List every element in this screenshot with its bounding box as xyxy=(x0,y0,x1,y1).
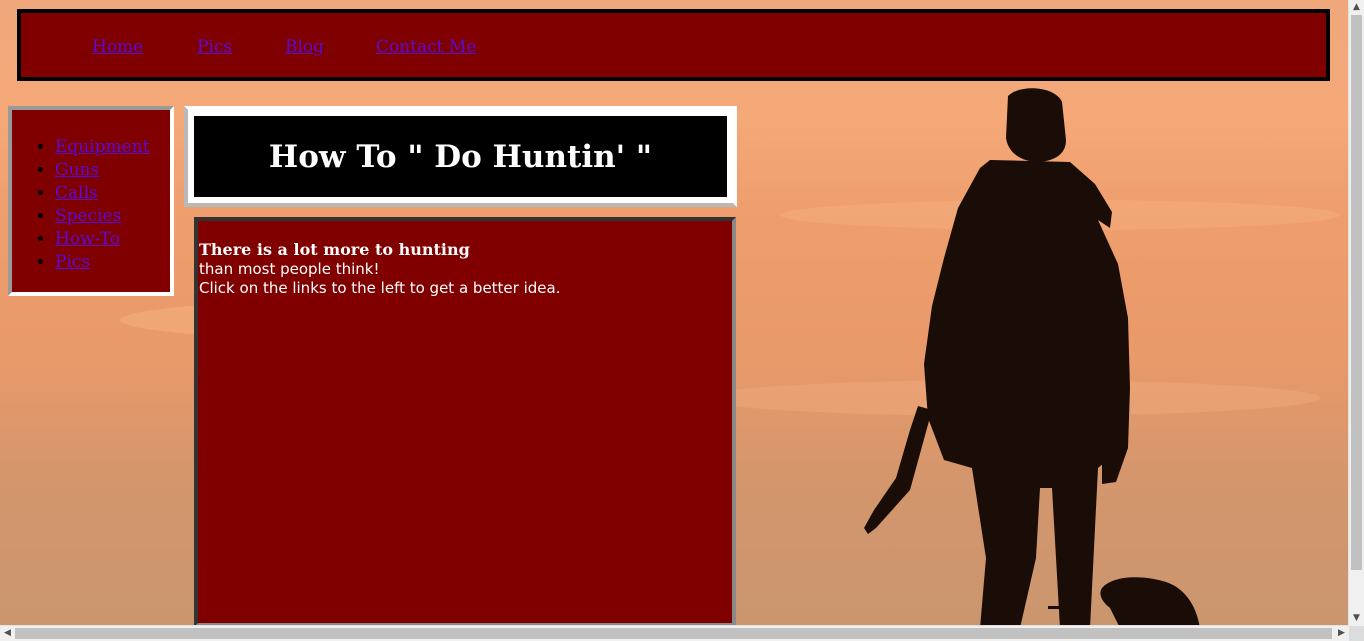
side-nav-item: How-To xyxy=(55,228,150,251)
hunter-silhouette-image xyxy=(864,88,1200,628)
horizontal-scroll-thumb[interactable] xyxy=(15,628,1332,639)
nav-link-home[interactable]: Home xyxy=(92,37,143,57)
header-banner: How To " Do Huntin' " xyxy=(194,116,727,197)
side-nav-item: Pics xyxy=(55,251,150,274)
side-nav-item: Calls xyxy=(55,182,150,205)
horizontal-scrollbar[interactable]: ◀ ▶ xyxy=(0,625,1349,641)
side-navigation-menu: Equipment Guns Calls Species How-To Pics xyxy=(8,106,174,296)
side-nav-list: Equipment Guns Calls Species How-To Pics xyxy=(12,136,150,274)
scrollbar-corner xyxy=(1349,626,1364,641)
main-content-panel: There is a lot more to hunting than most… xyxy=(194,217,736,627)
side-link-pics[interactable]: Pics xyxy=(55,252,90,272)
intro-line-3: Click on the links to the left to get a … xyxy=(199,279,561,297)
nav-link-contact-me[interactable]: Contact Me xyxy=(376,37,476,57)
intro-text: There is a lot more to hunting than most… xyxy=(199,240,560,298)
intro-line-2: than most people think! xyxy=(199,260,380,278)
side-nav-item: Guns xyxy=(55,159,150,182)
intro-headline: There is a lot more to hunting xyxy=(199,240,470,259)
nav-link-blog[interactable]: Blog xyxy=(285,37,324,57)
up-arrow-icon[interactable]: ▲ xyxy=(1349,0,1364,15)
down-arrow-icon[interactable]: ▼ xyxy=(1349,611,1364,626)
top-navigation-bar: Home Pics Blog Contact Me xyxy=(17,9,1330,81)
side-nav-item: Species xyxy=(55,205,150,228)
page-title: How To " Do Huntin' " xyxy=(268,138,653,175)
side-link-equipment[interactable]: Equipment xyxy=(55,137,150,157)
side-link-how-to[interactable]: How-To xyxy=(55,229,120,249)
right-arrow-icon[interactable]: ▶ xyxy=(1334,626,1349,641)
header-frame: How To " Do Huntin' " xyxy=(184,106,737,207)
side-nav-item: Equipment xyxy=(55,136,150,159)
side-link-calls[interactable]: Calls xyxy=(55,183,98,203)
nav-link-pics[interactable]: Pics xyxy=(197,37,232,57)
side-link-species[interactable]: Species xyxy=(55,206,121,226)
vertical-scroll-thumb[interactable] xyxy=(1351,15,1362,570)
side-link-guns[interactable]: Guns xyxy=(55,160,99,180)
left-arrow-icon[interactable]: ◀ xyxy=(0,626,15,641)
vertical-scrollbar[interactable]: ▲ ▼ xyxy=(1348,0,1364,626)
